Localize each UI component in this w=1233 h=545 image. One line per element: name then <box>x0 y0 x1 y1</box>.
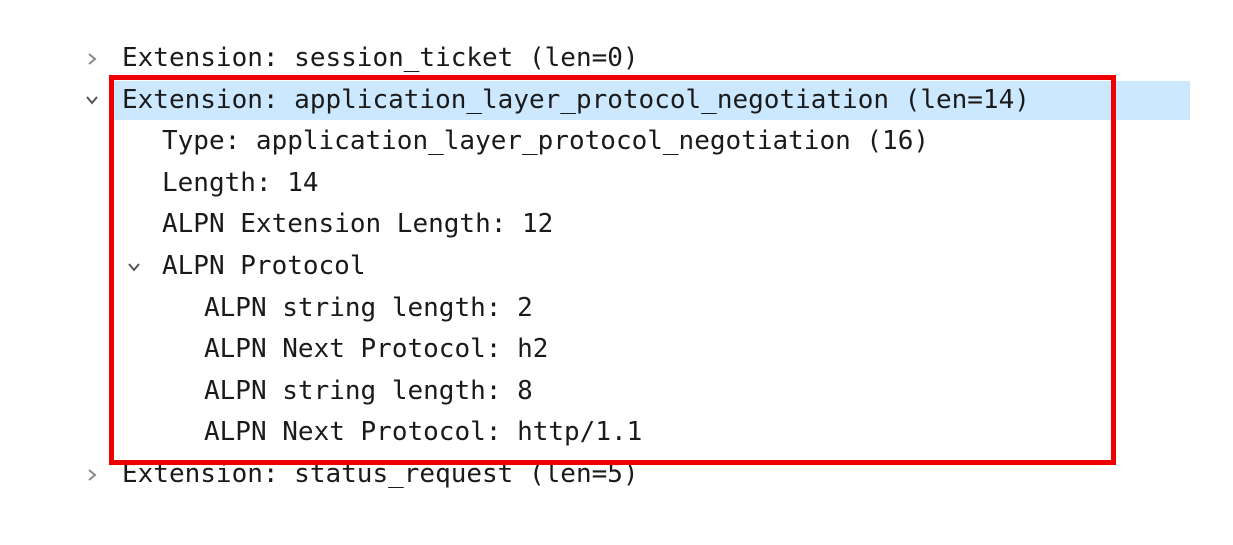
tree-item-label: ALPN Protocol <box>162 250 366 281</box>
tree-item-label: ALPN Next Protocol: http/1.1 <box>204 417 643 448</box>
tree-item-label: ALPN string length: 2 <box>204 292 533 323</box>
tree-item-label: Type: application_layer_protocol_negotia… <box>162 126 930 157</box>
tree-item-length[interactable]: Length: 14 <box>0 163 1233 205</box>
chevron-down-icon[interactable] <box>82 80 102 122</box>
tree-item-label: ALPN Next Protocol: h2 <box>204 334 549 365</box>
tree-item-extension-session-ticket[interactable]: Extension: session_ticket (len=0) <box>0 38 1233 80</box>
tree-item-label: ALPN Extension Length: 12 <box>162 209 554 240</box>
tree-item-alpn-string-length[interactable]: ALPN string length: 2 <box>0 288 1233 330</box>
tree-item-alpn-string-length[interactable]: ALPN string length: 8 <box>0 371 1233 413</box>
tree-item-alpn-protocol[interactable]: ALPN Protocol <box>0 246 1233 288</box>
tree-item-label: Extension: session_ticket (len=0) <box>122 43 639 73</box>
chevron-down-icon[interactable] <box>124 246 144 288</box>
chevron-right-icon[interactable] <box>82 454 102 496</box>
tree-item-label: Length: 14 <box>162 167 319 198</box>
tree-item-alpn-next-protocol[interactable]: ALPN Next Protocol: h2 <box>0 329 1233 371</box>
tree-item-label: Extension: application_layer_protocol_ne… <box>122 84 1030 115</box>
tree-item-extension-status-request[interactable]: Extension: status_request (len=5) <box>0 454 1233 496</box>
tree-item-label: Extension: status_request (len=5) <box>122 458 639 489</box>
tree-item-extension-alpn[interactable]: Extension: application_layer_protocol_ne… <box>0 80 1233 122</box>
tree-item-alpn-extension-length[interactable]: ALPN Extension Length: 12 <box>0 204 1233 246</box>
tree-item-alpn-next-protocol[interactable]: ALPN Next Protocol: http/1.1 <box>0 412 1233 454</box>
packet-details-tree: Extension: session_ticket (len=0) Extens… <box>0 38 1233 496</box>
tree-item-label: ALPN string length: 8 <box>204 375 533 406</box>
chevron-right-icon[interactable] <box>82 38 102 80</box>
tree-item-type[interactable]: Type: application_layer_protocol_negotia… <box>0 121 1233 163</box>
